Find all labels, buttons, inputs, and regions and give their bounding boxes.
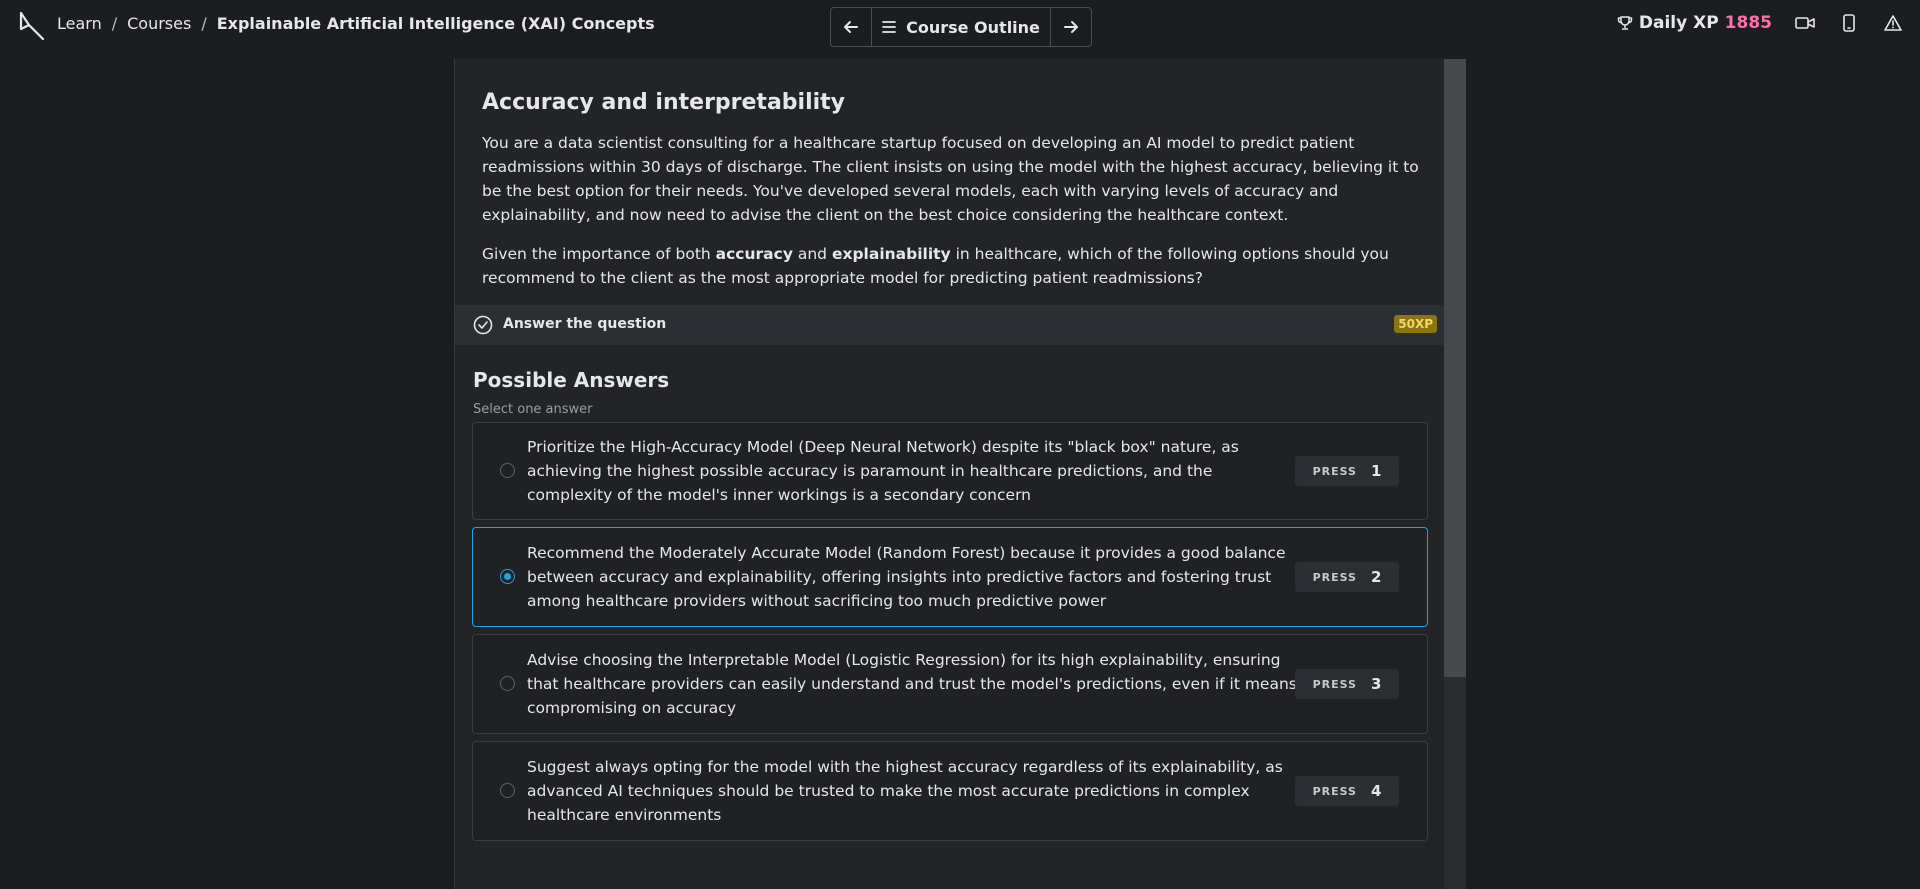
- shortcut-key: 2: [1370, 568, 1382, 586]
- panel-scrollbar[interactable]: [1444, 59, 1466, 889]
- daily-xp[interactable]: Daily XP 1885: [1617, 13, 1772, 33]
- press-label: PRESS: [1312, 677, 1357, 691]
- header-tools: Daily XP 1885: [1617, 12, 1904, 34]
- video-icon: [1795, 17, 1815, 29]
- answer-option-2[interactable]: Recommend the Moderately Accurate Model …: [472, 527, 1428, 627]
- exercise-question: Given the importance of both accuracy an…: [482, 242, 1432, 290]
- breadcrumb-separator: /: [201, 14, 207, 33]
- answer-option-4[interactable]: Suggest always opting for the model with…: [472, 741, 1428, 841]
- alert-icon: [1884, 15, 1902, 31]
- keyboard-shortcut-hint: PRESS 1: [1295, 456, 1399, 486]
- course-outline-label: Course Outline: [906, 17, 1040, 37]
- course-navigation: Course Outline: [830, 7, 1092, 47]
- possible-answers-title: Possible Answers: [473, 368, 670, 392]
- logo-icon[interactable]: [19, 11, 45, 41]
- shortcut-key: 1: [1370, 462, 1382, 480]
- video-button[interactable]: [1794, 12, 1816, 34]
- question-text: and: [792, 245, 832, 263]
- press-label: PRESS: [1312, 570, 1357, 584]
- possible-answers-subtitle: Select one answer: [473, 402, 593, 417]
- task-bar: Answer the question 50XP: [455, 305, 1444, 345]
- question-emphasis-accuracy: accuracy: [715, 245, 793, 263]
- question-text: Given the importance of both: [482, 245, 716, 263]
- radio-button-selected[interactable]: [500, 569, 515, 584]
- keyboard-shortcut-hint: PRESS 2: [1295, 562, 1399, 592]
- breadcrumb-current-course[interactable]: Explainable Artificial Intelligence (XAI…: [217, 14, 655, 33]
- next-exercise-button[interactable]: [1051, 8, 1091, 46]
- press-label: PRESS: [1312, 784, 1357, 798]
- scrollbar-thumb[interactable]: [1444, 59, 1466, 677]
- daily-xp-value: 1885: [1724, 13, 1772, 33]
- breadcrumb-separator: /: [111, 14, 118, 33]
- previous-exercise-button[interactable]: [831, 8, 871, 46]
- press-label: PRESS: [1312, 464, 1357, 478]
- answer-option-text: Prioritize the High-Accuracy Model (Deep…: [527, 438, 1239, 504]
- answer-option-3[interactable]: Advise choosing the Interpretable Model …: [472, 634, 1428, 734]
- report-issue-button[interactable]: [1882, 12, 1904, 34]
- keyboard-shortcut-hint: PRESS 3: [1295, 669, 1399, 699]
- breadcrumb: Learn / Courses / Explainable Artificial…: [57, 14, 655, 33]
- radio-button[interactable]: [500, 463, 515, 478]
- breadcrumb-learn[interactable]: Learn: [57, 14, 102, 33]
- top-bar: Learn / Courses / Explainable Artificial…: [0, 0, 1920, 52]
- daily-xp-label: Daily XP: [1638, 13, 1719, 33]
- shortcut-key: 4: [1370, 782, 1382, 800]
- trophy-icon: [1617, 16, 1633, 30]
- exercise-context: You are a data scientist consulting for …: [482, 134, 1419, 224]
- answer-option-text: Suggest always opting for the model with…: [527, 758, 1283, 824]
- radio-button[interactable]: [500, 676, 515, 691]
- question-emphasis-explainability: explainability: [831, 245, 951, 263]
- course-outline-button[interactable]: Course Outline: [871, 8, 1051, 46]
- answer-option-1[interactable]: Prioritize the High-Accuracy Model (Deep…: [472, 422, 1428, 520]
- check-circle-icon: [473, 315, 493, 335]
- exercise-title: Accuracy and interpretability: [482, 90, 846, 115]
- mobile-icon: [1843, 14, 1855, 32]
- radio-button[interactable]: [500, 783, 515, 798]
- task-label: Answer the question: [503, 316, 667, 332]
- xp-badge: 50XP: [1394, 315, 1437, 333]
- answer-option-text: Recommend the Moderately Accurate Model …: [527, 544, 1286, 610]
- arrow-right-icon: [1064, 21, 1078, 33]
- mobile-button[interactable]: [1838, 12, 1860, 34]
- arrow-left-icon: [844, 21, 858, 33]
- keyboard-shortcut-hint: PRESS 4: [1295, 776, 1399, 806]
- breadcrumb-courses[interactable]: Courses: [127, 14, 191, 33]
- answer-option-text: Advise choosing the Interpretable Model …: [527, 651, 1297, 717]
- menu-icon: [882, 21, 896, 33]
- shortcut-key: 3: [1370, 675, 1382, 693]
